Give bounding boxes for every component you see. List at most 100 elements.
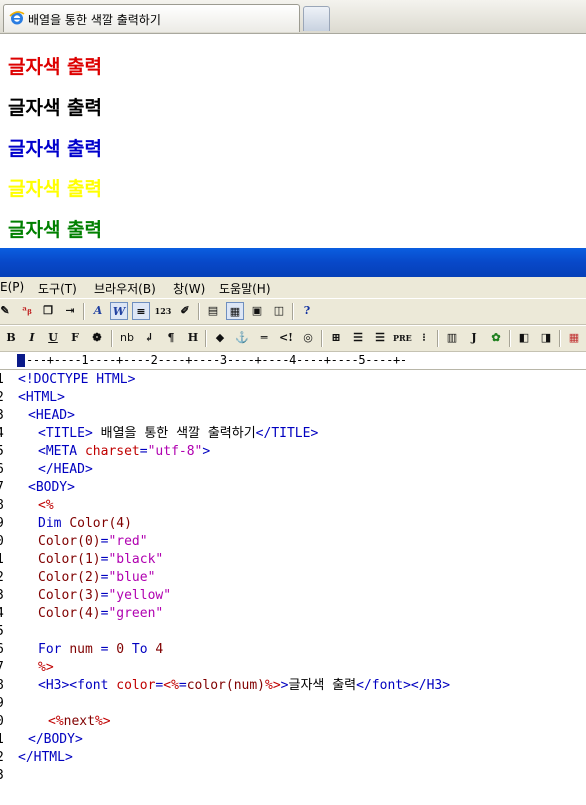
line-break-icon[interactable]: ↲ <box>140 329 158 347</box>
apps-icon[interactable]: ▦ <box>565 329 583 347</box>
line-source: <HEAD> <box>28 407 75 425</box>
line-number: 0 <box>0 533 6 551</box>
frame-right-icon[interactable]: ◨ <box>537 329 555 347</box>
abc-icon[interactable]: ᵃᵦ <box>18 302 36 320</box>
form-icon[interactable]: ▥ <box>443 329 461 347</box>
code-line[interactable]: 5 <META charset="utf-8"> <box>0 443 586 461</box>
list-icon[interactable]: ≡ <box>132 302 150 320</box>
code-line[interactable]: 0 <%next%> <box>0 713 586 731</box>
image-icon[interactable]: ◆ <box>211 329 229 347</box>
heading-blue: 글자색 출력 <box>8 138 103 160</box>
paragraph-icon[interactable]: ¶ <box>162 329 180 347</box>
code-line[interactable]: 8 <% <box>0 497 586 515</box>
heading-red: 글자색 출력 <box>8 56 103 78</box>
line-number: 2 <box>0 749 6 767</box>
pencil-icon[interactable]: ✎ <box>0 302 14 320</box>
line-number: 8 <box>0 497 6 515</box>
list-bullets-icon[interactable]: ⁝ <box>415 329 433 347</box>
line-source: %> <box>38 659 54 677</box>
line-source: <%next%> <box>48 713 111 731</box>
code-line[interactable]: 4 <TITLE> 배열을 통한 색깔 출력하기</TITLE> <box>0 425 586 443</box>
menu-item-browser[interactable]: 브라우저(B) <box>94 280 156 297</box>
code-line[interactable]: 9 Dim Color(4) <box>0 515 586 533</box>
indent-icon[interactable]: ⇥ <box>61 302 79 320</box>
anchor-icon[interactable]: ⚓ <box>233 329 251 347</box>
line-number: 7 <box>0 479 6 497</box>
code-token: Dim <box>38 516 70 531</box>
underline-button[interactable]: U <box>44 329 62 347</box>
code-line[interactable]: 3 Color(3)="yellow" <box>0 587 586 605</box>
code-line[interactable]: 6 For num = 0 To 4 <box>0 641 586 659</box>
internet-explorer-icon <box>9 11 25 25</box>
code-line[interactable]: 1 Color(1)="black" <box>0 551 586 569</box>
line-source: Color(2)="blue" <box>38 569 155 587</box>
code-line[interactable]: 0 Color(0)="red" <box>0 533 586 551</box>
heading-button[interactable]: H <box>184 329 202 347</box>
copy-icon[interactable]: ❐ <box>39 302 57 320</box>
line-source: <TITLE> 배열을 통한 색깔 출력하기</TITLE> <box>38 425 318 443</box>
code-line[interactable]: 6 </HEAD> <box>0 461 586 479</box>
line-number: 3 <box>0 587 6 605</box>
page-view-icon[interactable]: ▤ <box>204 302 222 320</box>
align-center-icon[interactable]: ☰ <box>349 329 367 347</box>
code-line[interactable]: 5 <box>0 623 586 641</box>
wrap-icon[interactable]: W <box>110 302 128 320</box>
italic-button[interactable]: I <box>23 329 41 347</box>
code-line[interactable]: 7 <BODY> <box>0 479 586 497</box>
comment-icon[interactable]: <! <box>277 329 295 347</box>
code-editor[interactable]: 1 <!DOCTYPE HTML> 2 <HTML> 3 <HEAD> 4 <TITLE> 배… <box>0 370 586 805</box>
browser-preview-icon[interactable]: ▣ <box>248 302 266 320</box>
pre-button[interactable]: PRE <box>393 329 412 347</box>
code-token: <% <box>48 714 64 729</box>
menu-item-help[interactable]: 도움말(H) <box>219 280 271 297</box>
align-right-icon[interactable]: ☰ <box>371 329 389 347</box>
tab-title: 배열을 통한 색깔 출력하기 <box>28 13 161 27</box>
line-source: Dim Color(4) <box>38 515 132 533</box>
split-view-icon[interactable]: ▦ <box>226 302 244 320</box>
line-number: 6 <box>0 641 6 659</box>
menu-item-tools[interactable]: 도구(T) <box>38 280 77 297</box>
code-token: <!DOCTYPE HTML> <box>18 372 136 387</box>
ruler-scale: ---+----1----+----2----+----3----+----4-… <box>26 353 407 367</box>
font-icon[interactable]: A <box>89 302 107 320</box>
code-line[interactable]: 1 </BODY> <box>0 731 586 749</box>
code-line[interactable]: 3 <box>0 767 586 785</box>
code-line[interactable]: 2 <HTML> <box>0 389 586 407</box>
line-source: <BODY> <box>28 479 75 497</box>
bold-button[interactable]: B <box>2 329 20 347</box>
help-icon[interactable]: ? <box>298 302 316 320</box>
code-token: "utf-8" <box>147 444 203 459</box>
menu-item-tools-partial[interactable]: E(P) <box>0 280 24 294</box>
code-token: </font></H3> <box>356 678 451 693</box>
code-line[interactable]: 1 <!DOCTYPE HTML> <box>0 371 586 389</box>
code-line[interactable]: 8<H3><font color=<%=color(num)%>>글자색 출력<… <box>0 677 586 695</box>
heading-yellow: 글자색 출력 <box>8 178 103 200</box>
font-button[interactable]: F <box>66 329 84 347</box>
code-line[interactable]: 4 Color(4)="green" <box>0 605 586 623</box>
script-icon[interactable]: ✿ <box>487 329 505 347</box>
code-token: color <box>116 678 156 693</box>
code-line[interactable]: 2 Color(2)="blue" <box>0 569 586 587</box>
line-number: 3 <box>0 767 6 785</box>
menu-item-window[interactable]: 창(W) <box>173 280 205 297</box>
line-number: 4 <box>0 605 6 623</box>
frame-left-icon[interactable]: ◧ <box>515 329 533 347</box>
nbsp-button[interactable]: nb <box>116 329 138 347</box>
code-line[interactable]: 2 </HTML> <box>0 749 586 767</box>
javascript-button[interactable]: J <box>465 329 483 347</box>
code-line[interactable]: 3 <HEAD> <box>0 407 586 425</box>
toolbar-main: ✎ ᵃᵦ ❐ ⇥ A W ≡ 123 ✐ ▤ ▦ ▣ ◫ ? <box>0 298 586 325</box>
abc-number-icon[interactable]: 123 <box>154 302 172 320</box>
browser-tab[interactable]: 배열을 통한 색깔 출력하기 <box>3 4 300 32</box>
horizontal-rule-icon[interactable]: ═ <box>255 329 273 347</box>
frame-icon[interactable]: ◫ <box>270 302 288 320</box>
line-number: 1 <box>0 551 6 569</box>
code-line[interactable]: 9 <box>0 695 586 713</box>
new-tab-button[interactable] <box>303 6 330 31</box>
color-palette-icon[interactable]: ❁ <box>88 329 106 347</box>
code-line[interactable]: 7 %> <box>0 659 586 677</box>
table-icon[interactable]: ⊞ <box>327 329 345 347</box>
line-number: 4 <box>0 425 6 443</box>
edit-icon[interactable]: ✐ <box>176 302 194 320</box>
object-icon[interactable]: ◎ <box>299 329 317 347</box>
